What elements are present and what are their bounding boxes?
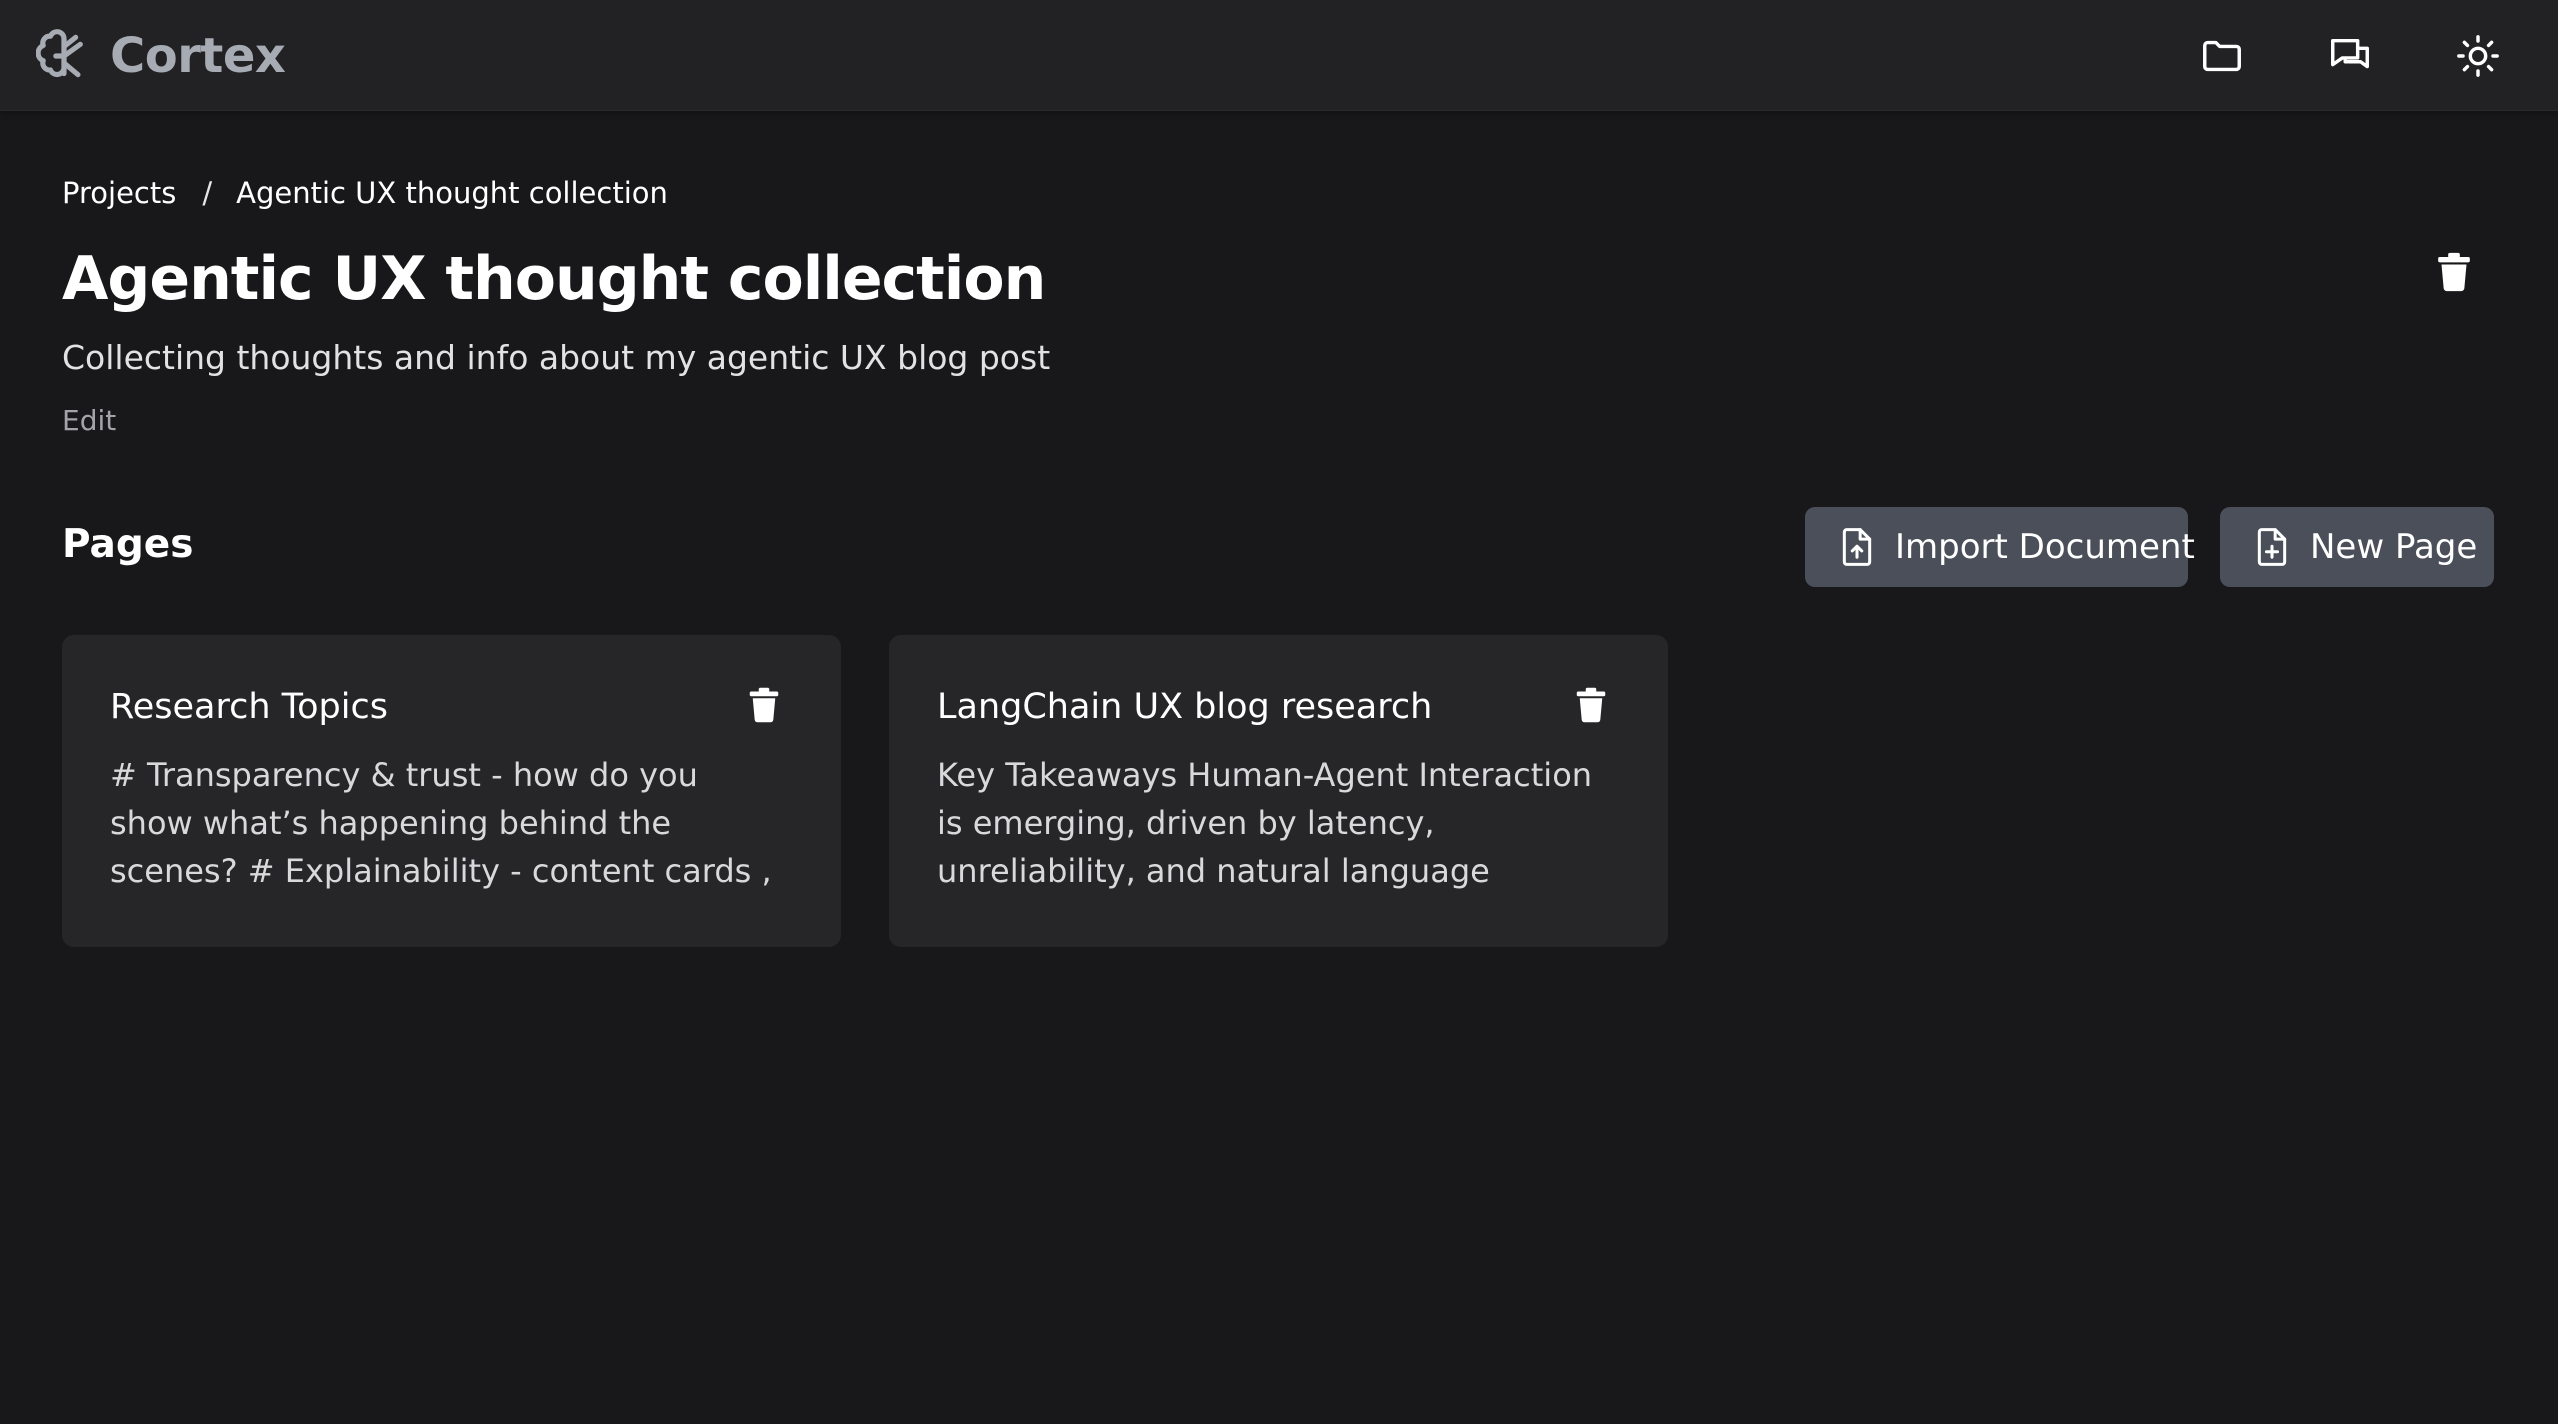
page-card[interactable]: Research Topics # Transparency & trust -…	[62, 635, 841, 947]
file-import-icon	[1842, 528, 1872, 566]
edit-project-link[interactable]: Edit	[62, 404, 116, 437]
file-plus-icon	[2257, 528, 2287, 566]
pages-section-title: Pages	[62, 522, 194, 567]
trash-icon	[749, 687, 779, 723]
trash-icon	[2438, 252, 2470, 292]
project-description: Collecting thoughts and info about my ag…	[62, 338, 1051, 377]
projects-nav-button[interactable]	[2196, 30, 2248, 82]
breadcrumb-current: Agentic UX thought collection	[236, 176, 668, 210]
trash-icon	[1576, 687, 1606, 723]
breadcrumb-separator: /	[202, 176, 213, 210]
delete-project-button[interactable]	[2432, 248, 2476, 296]
theme-toggle-button[interactable]	[2452, 30, 2504, 82]
page-card[interactable]: LangChain UX blog research Key Takeaways…	[889, 635, 1668, 947]
import-document-button[interactable]: Import Document	[1805, 507, 2195, 587]
page-card-excerpt: # Transparency & trust - how do you show…	[110, 756, 772, 890]
page-card-title: LangChain UX blog research	[937, 687, 1433, 727]
page-card-title: Research Topics	[110, 687, 388, 727]
chat-nav-button[interactable]	[2324, 30, 2376, 82]
page-card-excerpt: Key Takeaways Human-Agent Interaction is…	[937, 756, 1593, 890]
delete-page-button[interactable]	[1574, 685, 1608, 725]
new-page-label: New Page	[2310, 527, 2478, 567]
app-name: Cortex	[110, 28, 286, 84]
delete-page-button[interactable]	[747, 685, 781, 725]
folder-icon	[2203, 40, 2241, 72]
brain-icon	[36, 29, 83, 78]
sun-icon	[2457, 35, 2499, 77]
brand-logo[interactable]: Cortex	[36, 26, 286, 86]
top-navigation-bar: Cortex	[0, 0, 2558, 111]
import-document-label: Import Document	[1895, 527, 2195, 567]
new-page-button[interactable]: New Page	[2220, 507, 2494, 587]
breadcrumb-projects-link[interactable]: Projects	[62, 176, 176, 210]
chat-icon	[2331, 38, 2369, 69]
breadcrumb: Projects / Agentic UX thought collection	[62, 176, 668, 210]
page-title: Agentic UX thought collection	[62, 244, 1046, 314]
